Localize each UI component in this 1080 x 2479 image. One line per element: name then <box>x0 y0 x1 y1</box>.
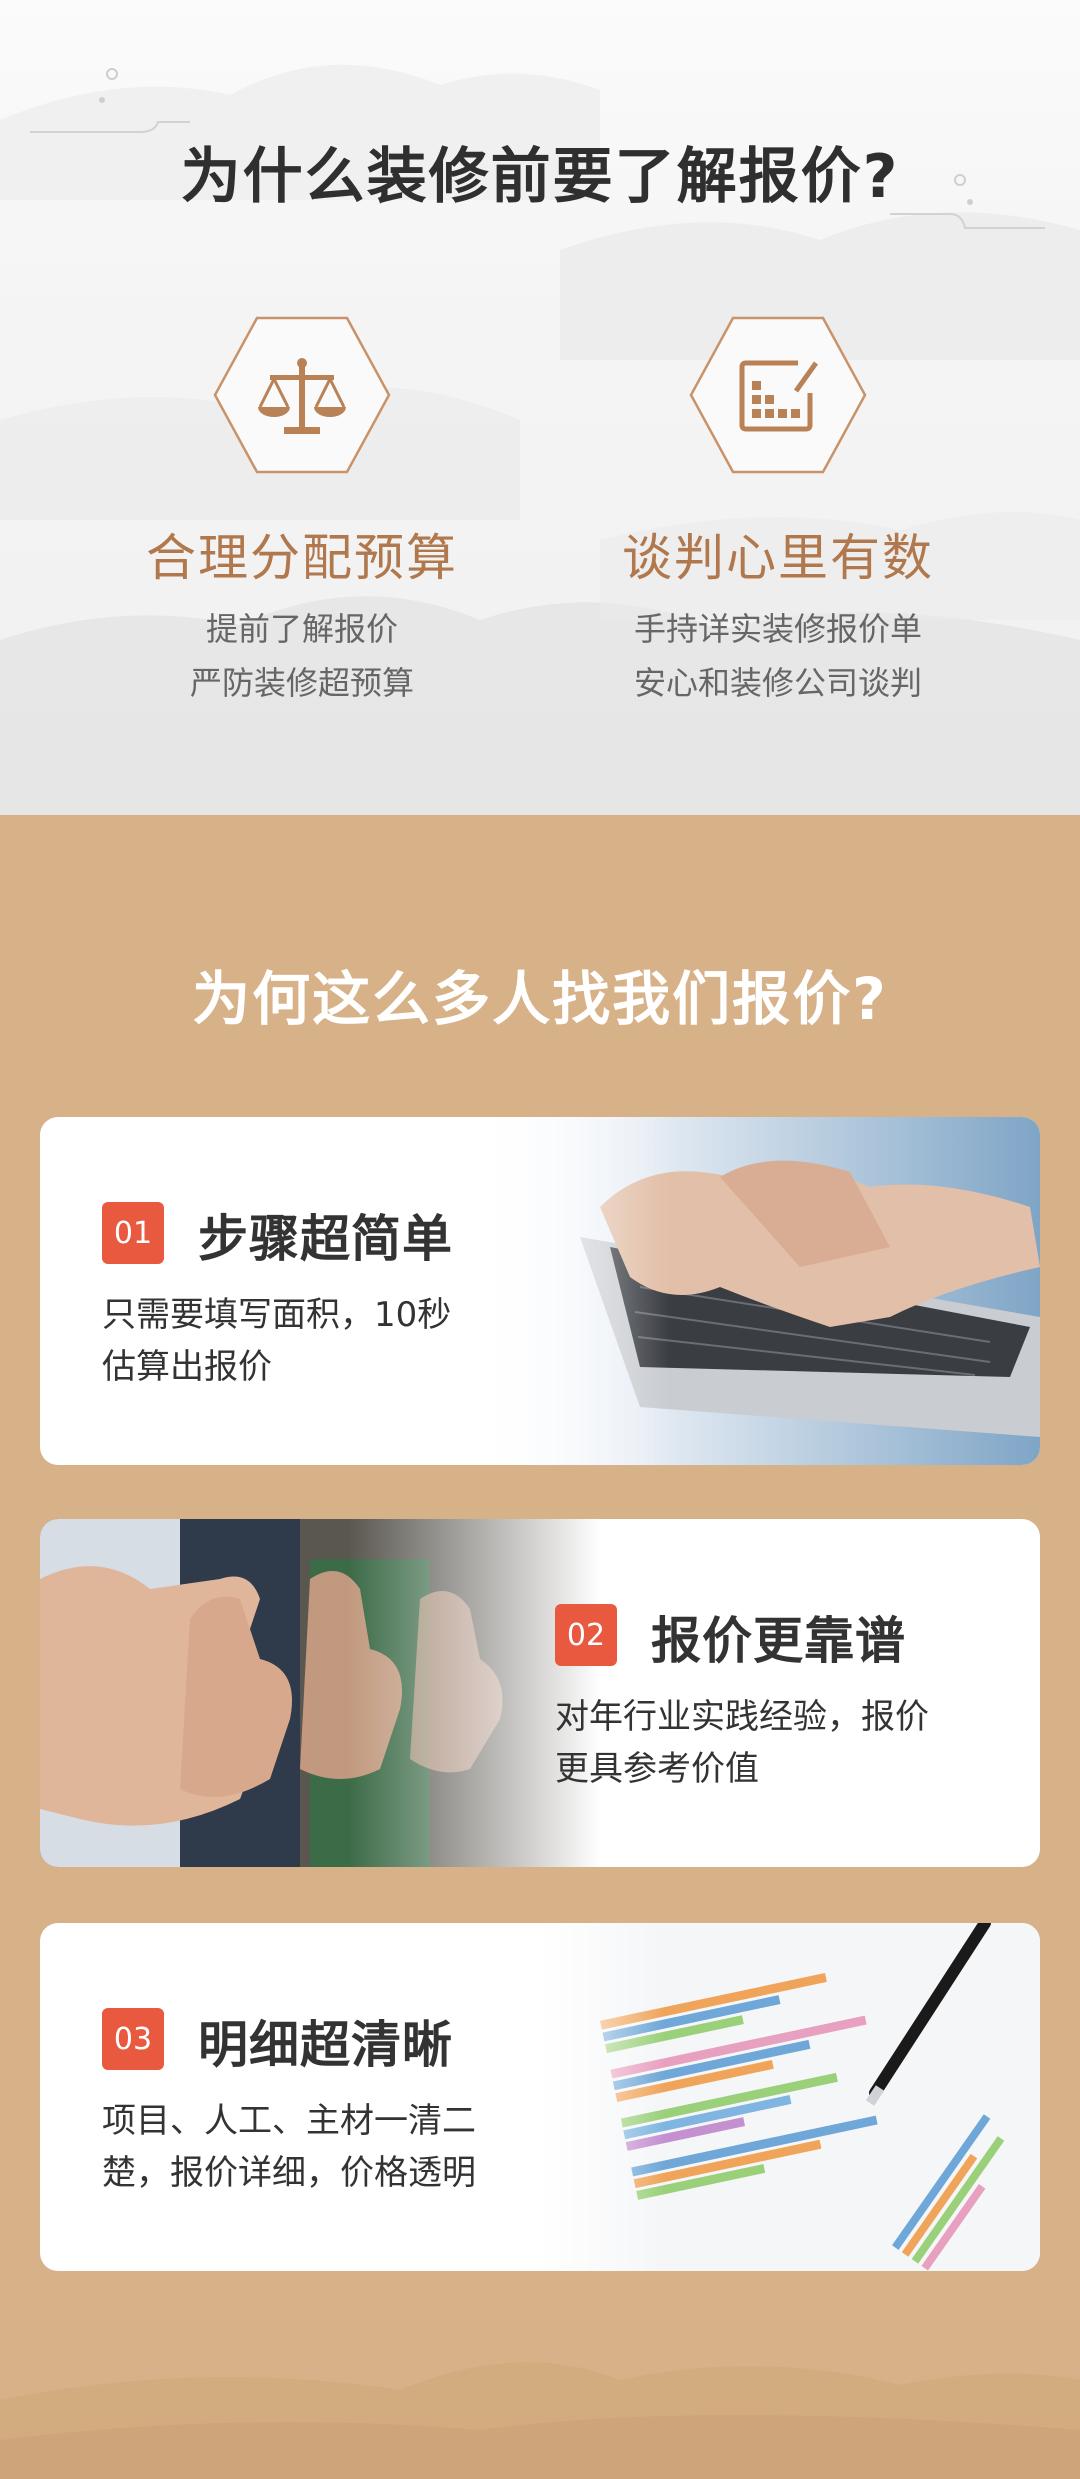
thumbs-up-image <box>40 1519 600 1867</box>
feature-title-negotiation: 谈判心里有数 <box>622 529 934 587</box>
reasons-title: 为何这么多人找我们报价? <box>192 965 888 1033</box>
step-number-badge: 03 <box>102 2008 164 2070</box>
reason-card-reliable: 02 报价更靠谱 对年行业实践经验，报价 更具参考价值 <box>40 1519 1040 1867</box>
card-line: 楚，报价详细，价格透明 <box>102 2153 476 2193</box>
feature-line: 严防装修超预算 <box>189 664 414 702</box>
bottom-mountain-silhouette <box>0 2362 1080 2479</box>
feature-title-budget: 合理分配预算 <box>146 529 458 587</box>
card-title: 明细超清晰 <box>198 2016 453 2074</box>
card-line: 更具参考价值 <box>555 1749 759 1789</box>
card-title: 步骤超简单 <box>198 1210 453 1268</box>
card-line: 估算出报价 <box>102 1347 272 1387</box>
scale-icon <box>212 315 392 475</box>
intro-title: 为什么装修前要了解报价? <box>180 142 900 212</box>
calculator-note-icon <box>688 315 868 475</box>
step-number-badge: 01 <box>102 1202 164 1264</box>
feature-line: 安心和装修公司谈判 <box>633 664 922 702</box>
bar-chart-pen-image <box>540 1923 1040 2271</box>
step-number-badge: 02 <box>555 1604 617 1666</box>
reason-card-detailed: 03 明细超清晰 项目、人工、主材一清二 楚，报价详细，价格透明 <box>40 1923 1040 2271</box>
reason-card-simple: 01 步骤超简单 只需要填写面积，10秒 估算出报价 <box>40 1117 1040 1465</box>
intro-section: 为什么装修前要了解报价? 合理分配预算 提前了解报价 严防装修超预算 谈判心里有… <box>0 0 1080 815</box>
card-line: 对年行业实践经验，报价 <box>555 1697 929 1737</box>
card-title: 报价更靠谱 <box>651 1612 906 1670</box>
feature-line: 手持详实装修报价单 <box>633 610 922 648</box>
laptop-typing-image <box>470 1117 1040 1465</box>
feature-line: 提前了解报价 <box>205 610 398 648</box>
card-line: 只需要填写面积，10秒 <box>102 1295 452 1335</box>
card-line: 项目、人工、主材一清二 <box>102 2101 476 2141</box>
